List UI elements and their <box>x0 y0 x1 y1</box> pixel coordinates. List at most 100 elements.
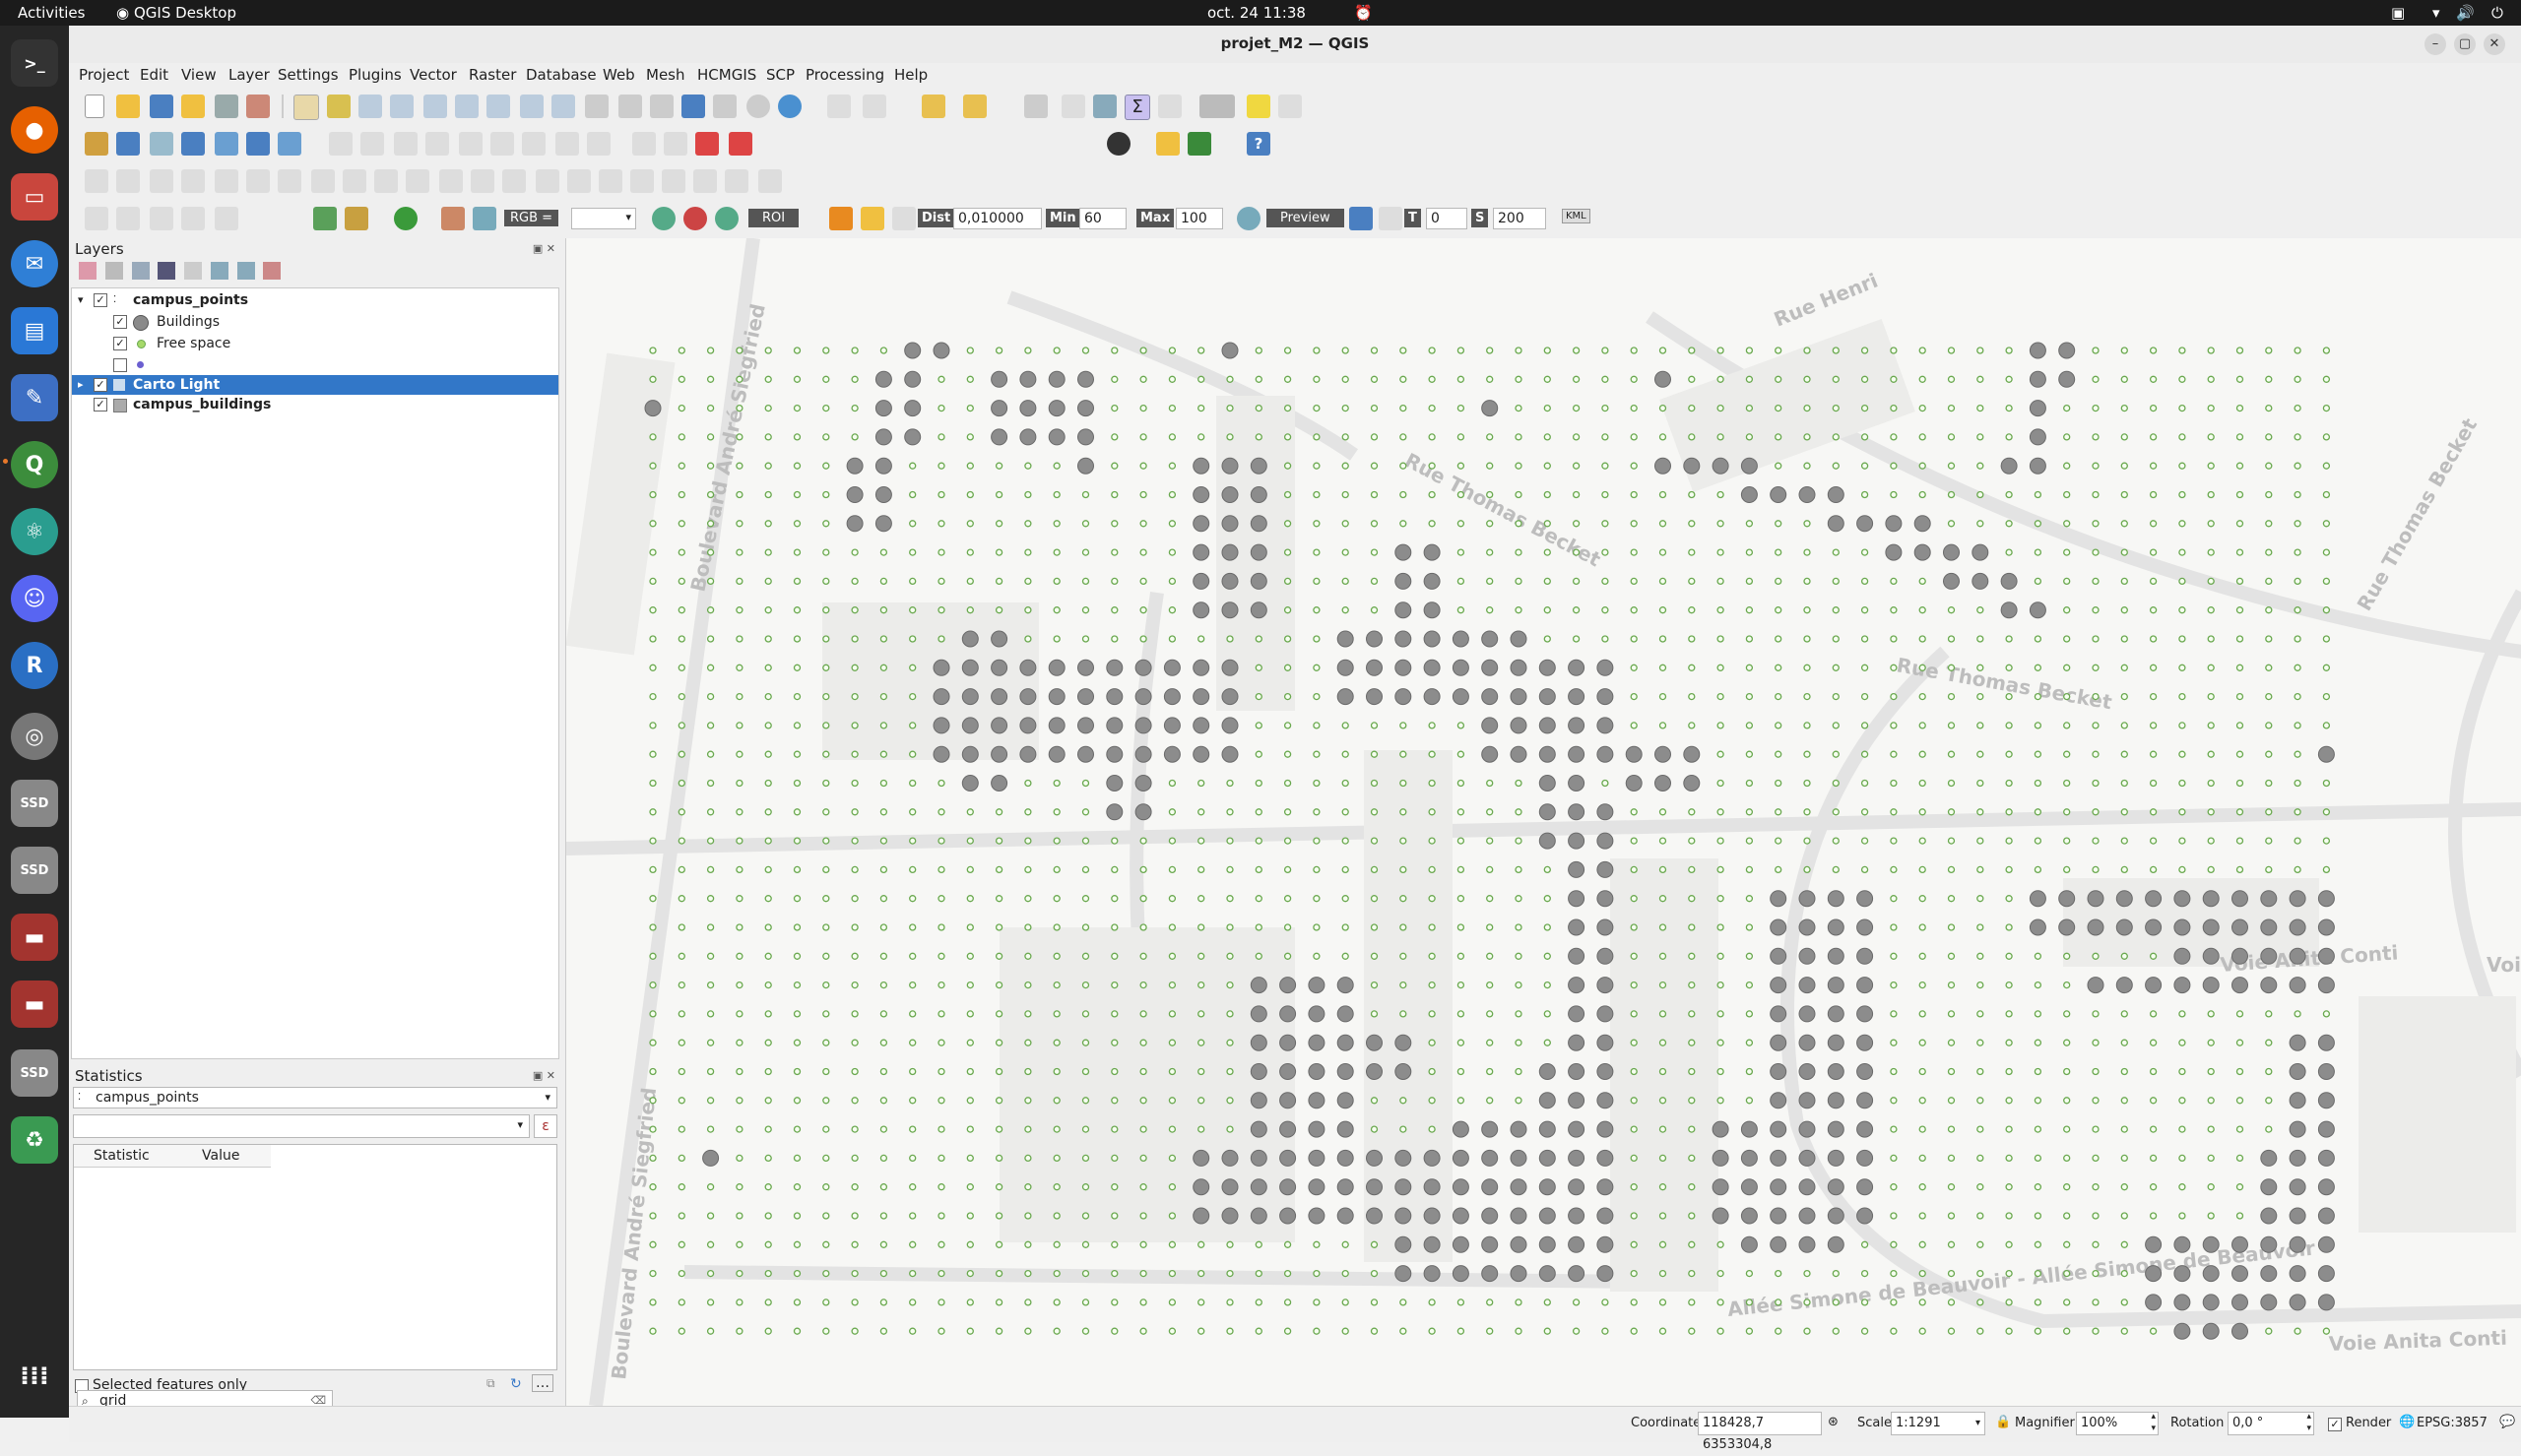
menu-plugins[interactable]: Plugins <box>349 66 402 84</box>
terminal-icon[interactable]: >_ <box>11 39 58 87</box>
files-icon[interactable]: ▭ <box>11 173 58 221</box>
app-menu[interactable]: QGIS Desktop <box>134 4 236 22</box>
close-icon[interactable]: ✕ <box>2484 33 2505 55</box>
refresh-icon[interactable]: ↻ <box>510 1376 522 1392</box>
delete-part-icon[interactable] <box>343 169 366 193</box>
maximize-icon[interactable]: ▢ <box>2454 33 2476 55</box>
menu-settings[interactable]: Settings <box>278 66 339 84</box>
refresh-icon[interactable] <box>778 95 802 118</box>
scp-tool-3-icon[interactable] <box>150 207 173 230</box>
coordinate-field[interactable]: 118428,7 6353304,8 <box>1698 1412 1822 1452</box>
writer-icon[interactable]: ▤ <box>11 307 58 354</box>
category-row-other[interactable] <box>72 355 558 375</box>
scp-tool-2-icon[interactable] <box>116 207 140 230</box>
atom-icon[interactable]: ⚛ <box>11 508 58 555</box>
save-edits-icon[interactable] <box>360 132 384 156</box>
magnifier-spinbox[interactable]: 100% ▴ ▾ <box>2076 1412 2159 1435</box>
menu-scp[interactable]: SCP <box>766 66 795 84</box>
scp-tool-5-icon[interactable] <box>215 207 238 230</box>
trim-extend-icon[interactable] <box>599 169 622 193</box>
collapse-arrow-icon[interactable]: ▾ <box>78 290 84 310</box>
zoom-next-icon[interactable] <box>585 95 609 118</box>
globe-plugin-icon[interactable] <box>1107 132 1131 156</box>
show-apps-icon[interactable]: ⁞⁞⁞ <box>11 1353 58 1400</box>
edit-pencil-icon[interactable] <box>329 132 353 156</box>
temporal-icon[interactable] <box>746 95 770 118</box>
menu-edit[interactable]: Edit <box>140 66 168 84</box>
add-spatialite-icon[interactable] <box>215 132 238 156</box>
crs-globe-icon[interactable]: 🌐 <box>2399 1415 2415 1429</box>
fill-ring-icon[interactable] <box>278 169 301 193</box>
scp-zoom-image-icon[interactable] <box>473 207 496 230</box>
expression-icon[interactable]: ε <box>534 1114 557 1138</box>
scp-zoom-roi-icon[interactable] <box>715 207 739 230</box>
category-checkbox[interactable]: ✓ <box>113 337 127 350</box>
measure-icon[interactable] <box>1199 95 1235 118</box>
advanced-digitizing-icon[interactable] <box>85 169 108 193</box>
discord-tray-icon[interactable]: ▣ <box>2391 4 2405 22</box>
zoom-in-icon[interactable] <box>358 95 382 118</box>
annotation-icon[interactable] <box>1278 95 1302 118</box>
layer-row-campus-points[interactable]: ▾ ✓ ⁚ campus_points <box>72 290 558 310</box>
simplify-icon[interactable] <box>181 169 205 193</box>
redo-icon[interactable] <box>587 132 611 156</box>
undo-icon[interactable] <box>555 132 579 156</box>
save-as-icon[interactable] <box>181 95 205 118</box>
statistics-sigma-icon[interactable]: Σ <box>1125 95 1150 120</box>
text-editor-icon[interactable]: ✎ <box>11 374 58 421</box>
copy-icon[interactable]: ⧉ <box>486 1376 495 1391</box>
select-location-icon[interactable] <box>963 95 987 118</box>
more-options-icon[interactable]: … <box>532 1374 553 1392</box>
s-input[interactable]: 200 <box>1493 208 1546 229</box>
category-checkbox[interactable]: ✓ <box>113 315 127 329</box>
layer-visibility-checkbox[interactable]: ✓ <box>94 398 107 411</box>
render-checkbox[interactable]: ✓ <box>2328 1418 2342 1431</box>
pan-to-selection-icon[interactable] <box>327 95 351 118</box>
pan-icon[interactable] <box>293 95 319 120</box>
trash-icon[interactable]: ♻ <box>11 1116 58 1164</box>
column-header-value[interactable]: Value <box>202 1148 239 1164</box>
column-header-statistic[interactable]: Statistic <box>94 1148 150 1164</box>
discord-icon[interactable]: ☺ <box>11 575 58 622</box>
scp-tool-1-icon[interactable] <box>85 207 108 230</box>
panel-float-close-icon[interactable]: ▣ ✕ <box>533 1069 555 1082</box>
rotate-point-icon[interactable] <box>567 169 591 193</box>
menu-hcmgis[interactable]: HCMGIS <box>697 66 756 84</box>
remove-layer-icon[interactable] <box>263 262 282 280</box>
split-parts-icon[interactable] <box>471 169 494 193</box>
cut-icon[interactable] <box>459 132 483 156</box>
menu-project[interactable]: Project <box>79 66 129 84</box>
network-icon[interactable]: ▾ <box>2432 4 2440 22</box>
zoom-full-icon[interactable] <box>423 95 447 118</box>
map-canvas[interactable]: Boulevard André Siegfried Boulevard André… <box>565 238 2521 1406</box>
scp-redo-roi-icon[interactable] <box>892 207 916 230</box>
menu-layer[interactable]: Layer <box>228 66 270 84</box>
ssd-drive-icon[interactable]: SSD <box>11 1049 58 1097</box>
zoom-selection-icon[interactable] <box>455 95 479 118</box>
category-row-free-space[interactable]: ✓ Free space <box>72 334 558 353</box>
preview-button[interactable]: Preview <box>1266 209 1344 227</box>
disk-icon[interactable]: ◎ <box>11 713 58 760</box>
tracing-icon[interactable] <box>693 169 717 193</box>
folder-icon[interactable]: ▬ <box>11 981 58 1028</box>
minimize-icon[interactable]: – <box>2424 33 2446 55</box>
folder-icon[interactable]: ▬ <box>11 914 58 961</box>
rotate-feature-icon[interactable] <box>150 169 173 193</box>
add-ring-icon[interactable] <box>215 169 238 193</box>
t-input[interactable]: 0 <box>1426 208 1467 229</box>
style-manager-icon[interactable] <box>246 95 270 118</box>
scp-classification-icon[interactable] <box>1349 207 1373 230</box>
crs-label[interactable]: EPSG:3857 <box>2417 1416 2488 1430</box>
vertex-tool-icon[interactable] <box>758 169 782 193</box>
min-input[interactable]: 60 <box>1079 208 1127 229</box>
stats-field-select[interactable]: ▾ <box>73 1114 530 1138</box>
attribute-table-icon[interactable] <box>1062 95 1085 118</box>
expand-all-icon[interactable] <box>210 262 228 280</box>
menu-help[interactable]: Help <box>894 66 928 84</box>
coordinate-toggle-icon[interactable]: ⊛ <box>1828 1415 1839 1429</box>
merge-attributes-icon[interactable] <box>536 169 559 193</box>
map-tips-icon[interactable] <box>1247 95 1270 118</box>
split-features-icon[interactable] <box>439 169 463 193</box>
menu-vector[interactable]: Vector <box>410 66 457 84</box>
select-features-icon[interactable] <box>827 95 851 118</box>
